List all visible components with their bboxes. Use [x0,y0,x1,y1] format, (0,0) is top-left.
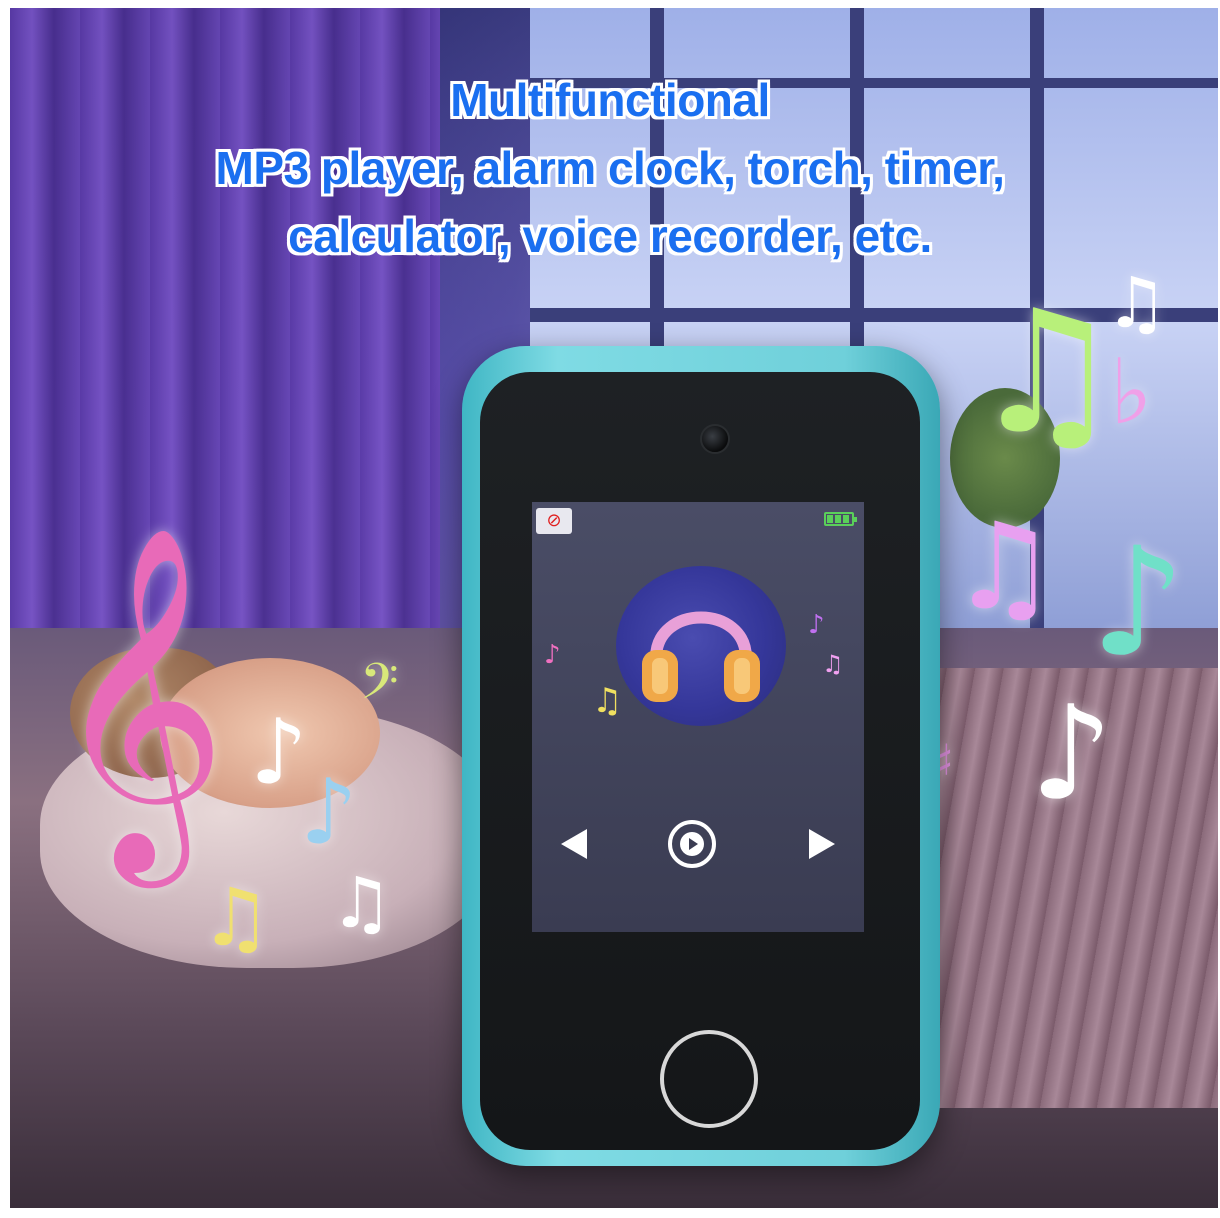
headline: Multifunctional MP3 player, alarm clock,… [0,66,1220,270]
mute-icon: ⊘ [536,508,572,534]
beamed-note-icon: ♫ [970,274,1123,472]
beamed-note-icon: ♫ [330,862,393,944]
headphones-icon [642,611,760,702]
next-button[interactable] [802,824,842,864]
beamed-note-icon: ♫ [950,498,1058,637]
play-button[interactable] [668,820,716,868]
flat-icon: ♭ [1110,340,1153,445]
eighth-note-icon: ♪ [544,640,561,670]
bass-clef-icon: 𝄢 [360,653,399,723]
beamed-note-icon: ♫ [200,871,272,964]
treble-clef-icon: 𝄞 [50,523,228,872]
album-art [616,566,786,726]
device-face: ⊘ ♫ ♪ ♪ ♫ [480,372,920,1150]
previous-button[interactable] [554,824,594,864]
device-screen: ⊘ ♫ ♪ ♪ ♫ [532,502,864,932]
mp3-player-device: ⊘ ♫ ♪ ♪ ♫ [462,346,940,1166]
beamed-note-icon: ♫ [592,681,623,721]
eighth-note-icon: ♪ [250,700,308,805]
eighth-note-icon: ♪ [808,610,825,640]
battery-full-icon [824,512,857,526]
headline-line-1: Multifunctional [450,74,770,126]
eighth-note-icon: ♪ [1030,677,1113,829]
beamed-note-icon: ♫ [822,650,844,678]
headline-line-2: MP3 player, alarm clock, torch, timer, [215,142,1005,194]
eighth-note-icon: ♪ [1090,516,1186,690]
play-icon [680,832,704,856]
home-button[interactable] [660,1030,758,1128]
camera-icon [700,424,730,454]
beamed-note-icon: ♫ [1105,262,1168,344]
eighth-note-icon: ♪ [300,760,358,865]
next-icon [809,829,835,859]
headline-line-3: calculator, voice recorder, etc. [288,210,932,262]
previous-icon [561,829,587,859]
